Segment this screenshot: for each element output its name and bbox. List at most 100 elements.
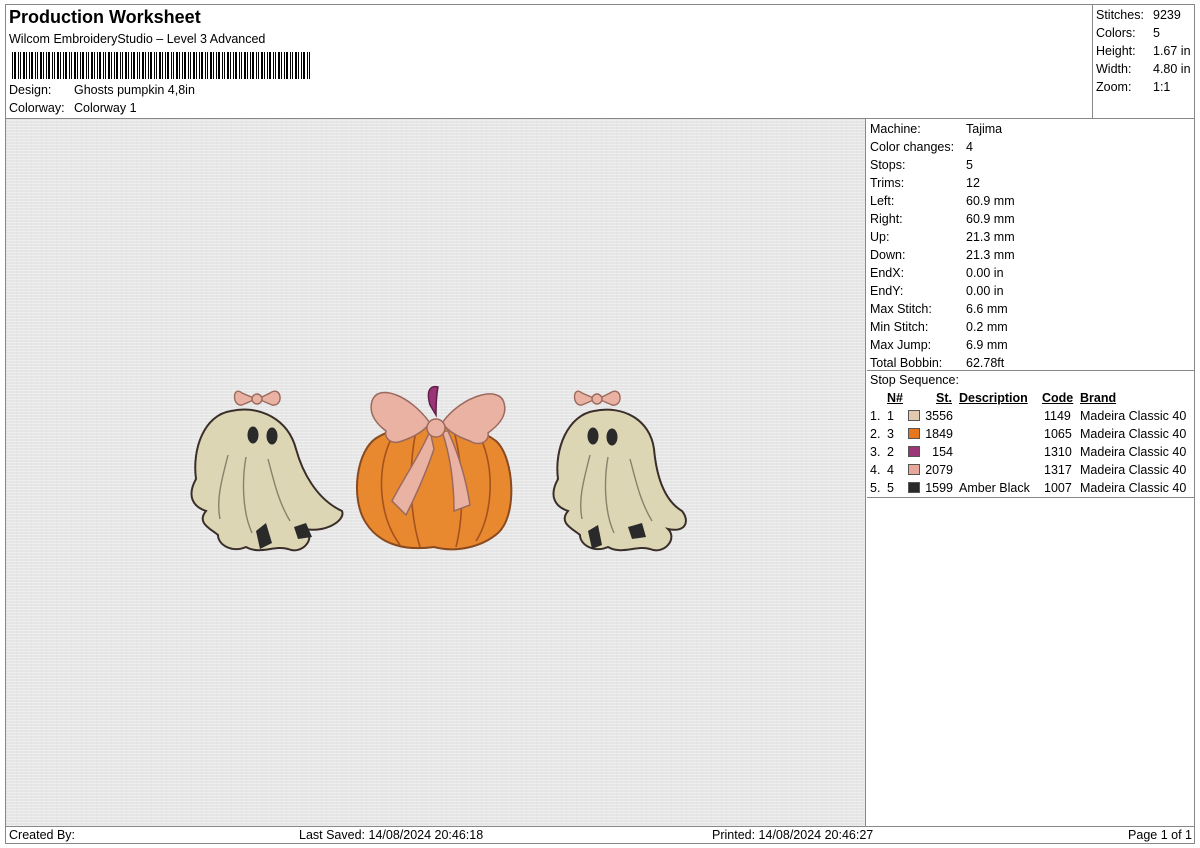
machine-value: 0.00 in (966, 266, 1004, 280)
stat-value: 9239 (1153, 8, 1181, 22)
colorway-value: Colorway 1 (74, 101, 137, 115)
column-header-stitches: St. (936, 391, 952, 405)
stop-row: 4. 4 2079 1317 Madeira Classic 40 (867, 461, 1195, 479)
machine-value: 0.00 in (966, 284, 1004, 298)
stat-label: Colors: (1096, 26, 1136, 40)
machine-value: 6.6 mm (966, 302, 1008, 316)
left-ghost-image (190, 390, 344, 552)
stop-sequence-rows: 1. 1 3556 1149 Madeira Classic 40 2. 3 1849 1065… (867, 407, 1195, 497)
machine-value: 4 (966, 140, 973, 154)
machine-value: 21.3 mm (966, 248, 1015, 262)
created-by: Created By: (9, 828, 76, 842)
stat-row: Colors: 5 (1093, 24, 1195, 42)
thread-color-swatch (908, 428, 920, 439)
stop-row: 5. 5 1599 Amber Black 1007 Madeira Classic 40 (867, 479, 1195, 497)
stat-label: Height: (1096, 44, 1136, 58)
machine-row: EndY: 0.00 in (867, 282, 1195, 300)
machine-value: Tajima (966, 122, 1003, 136)
design-row: Design: Ghosts pumpkin 4,8in (9, 83, 195, 97)
column-header-n: N# (887, 391, 903, 405)
stop-index: 3. (870, 445, 881, 459)
column-header-code: Code (1042, 391, 1074, 405)
stop-brand: Madeira Classic 40 (1080, 445, 1187, 459)
worksheet-footer: Created By: Last Saved: 14/08/2024 20:46… (6, 826, 1195, 844)
column-header-brand: Brand (1080, 391, 1117, 405)
stop-code: 1007 (1044, 481, 1072, 495)
stop-row: 1. 1 3556 1149 Madeira Classic 40 (867, 407, 1195, 425)
stat-value: 4.80 in (1153, 62, 1191, 76)
machine-info-panel: Machine: Tajima Color changes: 4 Stops: 5 T… (867, 119, 1195, 371)
machine-value: 0.2 mm (966, 320, 1008, 334)
colorway-label: Colorway: (9, 101, 65, 115)
stop-stitches: 1849 (925, 427, 953, 441)
stat-row: Stitches: 9239 (1093, 6, 1195, 24)
thread-color-swatch (908, 410, 920, 421)
stop-brand: Madeira Classic 40 (1080, 427, 1187, 441)
machine-label: EndY: (870, 284, 904, 298)
stop-stitches: 1599 (925, 481, 953, 495)
machine-label: Down: (870, 248, 906, 262)
machine-row: Max Stitch: 6.6 mm (867, 300, 1195, 318)
machine-label: Up: (870, 230, 890, 244)
machine-label: Right: (870, 212, 903, 226)
stop-index: 4. (870, 463, 881, 477)
colorway-row: Colorway: Colorway 1 (9, 101, 137, 115)
stop-needle: 5 (887, 481, 894, 495)
stop-sequence-header: N# St. Description Code Brand (867, 389, 1195, 407)
stop-code: 1149 (1044, 409, 1071, 423)
machine-label: Stops: (870, 158, 906, 172)
stop-row: 2. 3 1849 1065 Madeira Classic 40 (867, 425, 1195, 443)
design-stats: Stitches: 9239 Colors: 5 Height: 1.67 in Wi… (1092, 5, 1195, 119)
pumpkin-image (355, 385, 513, 551)
design-label: Design: (9, 83, 52, 97)
machine-label: Trims: (870, 176, 905, 190)
stat-value: 1:1 (1153, 80, 1171, 94)
stat-row: Height: 1.67 in (1093, 42, 1195, 60)
machine-value: 62.78ft (966, 356, 1005, 370)
stop-stitches: 3556 (925, 409, 953, 423)
machine-label: Machine: (870, 122, 921, 136)
stat-label: Stitches: (1096, 8, 1144, 22)
thread-color-swatch (908, 446, 920, 457)
machine-value: 60.9 mm (966, 194, 1015, 208)
printed-date: Printed: 14/08/2024 20:46:27 (712, 828, 874, 842)
machine-row: Min Stitch: 0.2 mm (867, 318, 1195, 336)
machine-row: Color changes: 4 (867, 138, 1195, 156)
machine-row: Stops: 5 (867, 156, 1195, 174)
thread-color-swatch (908, 464, 920, 475)
machine-value: 60.9 mm (966, 212, 1015, 226)
stat-value: 1.67 in (1153, 44, 1191, 58)
stat-row: Width: 4.80 in (1093, 60, 1195, 78)
machine-row: Trims: 12 (867, 174, 1195, 192)
stop-stitches: 2079 (925, 463, 953, 477)
barcode-image (12, 52, 310, 79)
worksheet-header: Production Worksheet Wilcom EmbroiderySt… (6, 5, 1092, 119)
stat-label: Width: (1096, 62, 1132, 76)
stop-row: 3. 2 154 1310 Madeira Classic 40 (867, 443, 1195, 461)
design-preview-canvas (6, 119, 866, 826)
stop-code: 1065 (1044, 427, 1072, 441)
stop-needle: 1 (887, 409, 894, 423)
machine-row: Left: 60.9 mm (867, 192, 1195, 210)
stat-label: Zoom: (1096, 80, 1132, 94)
machine-label: Max Jump: (870, 338, 932, 352)
stop-index: 2. (870, 427, 881, 441)
machine-row: Down: 21.3 mm (867, 246, 1195, 264)
stop-needle: 4 (887, 463, 894, 477)
stop-index: 1. (870, 409, 881, 423)
design-value: Ghosts pumpkin 4,8in (74, 83, 195, 97)
right-ghost-image (552, 390, 687, 552)
stop-brand: Madeira Classic 40 (1080, 409, 1187, 423)
stop-code: 1310 (1044, 445, 1072, 459)
column-header-description: Description (959, 391, 1028, 405)
machine-value: 12 (966, 176, 980, 190)
machine-value: 6.9 mm (966, 338, 1008, 352)
machine-row: EndX: 0.00 in (867, 264, 1195, 282)
machine-label: Color changes: (870, 140, 955, 154)
stop-index: 5. (870, 481, 881, 495)
stop-brand: Madeira Classic 40 (1080, 481, 1187, 495)
machine-label: Total Bobbin: (870, 356, 943, 370)
embroidery-design-image (190, 385, 687, 552)
stop-stitches: 154 (932, 445, 953, 459)
stop-sequence-label: Stop Sequence: (870, 373, 959, 387)
